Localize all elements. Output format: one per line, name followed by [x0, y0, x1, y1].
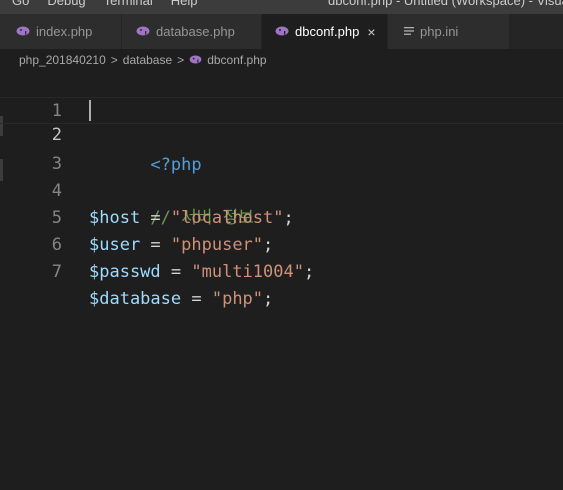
code-line-current[interactable]: 2 [0, 97, 563, 145]
tab-label: php.ini [420, 24, 459, 39]
line-number: 7 [51, 262, 62, 282]
php-elephant-icon [275, 24, 289, 39]
lines-icon [404, 24, 414, 39]
menu-go[interactable]: Go [12, 0, 29, 8]
tab-database-php[interactable]: database.php [122, 14, 262, 49]
close-icon[interactable]: × [367, 24, 375, 40]
chevron-right-icon: > [177, 53, 185, 67]
menu-debug[interactable]: Debug [47, 0, 85, 8]
code-line[interactable]: 5 $user = "phpuser"; [0, 178, 563, 255]
menu-terminal[interactable]: Terminal [104, 0, 153, 8]
php-elephant-icon [16, 24, 30, 39]
window-title: dbconf.php - Untitled (Workspace) - Visu… [328, 0, 563, 8]
tab-label: dbconf.php [295, 24, 360, 39]
menu-bar: Go Debug Terminal Help [12, 0, 198, 8]
breadcrumb-item-folder[interactable]: php_201840210 [19, 53, 106, 67]
tab-bar: index.php database.php dbconf.php × php.… [0, 14, 563, 49]
code-line[interactable]: 4 $host = "localhost"; [0, 151, 563, 228]
breadcrumb-item-file[interactable]: dbconf.php [207, 53, 266, 67]
token-operator: = [181, 289, 212, 309]
tab-index-php[interactable]: index.php [0, 14, 122, 49]
text-cursor [89, 100, 91, 121]
token-semicolon: ; [263, 289, 274, 309]
token-semicolon: ; [303, 262, 315, 282]
token-variable: $passwd [89, 262, 161, 282]
php-elephant-icon [189, 53, 202, 67]
title-bar: Go Debug Terminal Help dbconf.php - Unti… [0, 0, 563, 14]
breadcrumb-item-database[interactable]: database [123, 53, 172, 67]
tab-dbconf-php[interactable]: dbconf.php × [262, 14, 388, 49]
code-line[interactable]: 3 // 서버 정보 [0, 124, 563, 228]
code-line[interactable]: 6 $passwd = "multi1004"; [0, 205, 563, 282]
token-operator: = [160, 262, 192, 282]
menu-help[interactable]: Help [171, 0, 198, 8]
code-editor[interactable]: 1 <?php 2 3 // 서버 정보 4 $host = "localhos… [0, 71, 563, 490]
tab-php-ini[interactable]: php.ini [388, 14, 510, 49]
token-string: "multi1004" [191, 262, 304, 282]
breadcrumb: php_201840210 > database > dbconf.php [0, 49, 563, 71]
token-string: "php" [211, 289, 264, 309]
line-content: $passwd = "multi1004"; [89, 259, 314, 286]
token-variable: $database [89, 289, 182, 309]
line-content: $database = "php"; [89, 286, 273, 313]
tab-label: index.php [36, 24, 93, 39]
code-line[interactable]: 1 <?php [0, 71, 563, 175]
chevron-right-icon: > [110, 53, 118, 67]
tab-label: database.php [156, 24, 235, 39]
php-elephant-icon [136, 24, 150, 39]
code-line[interactable]: 7 $database = "php"; [0, 232, 563, 309]
